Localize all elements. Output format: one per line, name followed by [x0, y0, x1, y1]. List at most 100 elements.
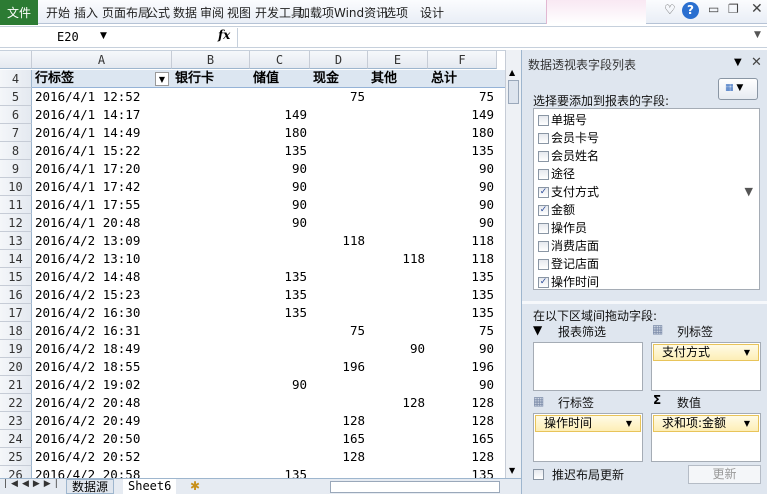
value-cell[interactable]: 165	[310, 430, 368, 448]
value-cell[interactable]	[172, 358, 250, 376]
value-cell[interactable]	[250, 448, 310, 466]
value-cell[interactable]	[368, 448, 428, 466]
row-header[interactable]: 22	[0, 394, 32, 412]
value-cell[interactable]: 90	[250, 196, 310, 214]
value-cell[interactable]: 135	[428, 142, 497, 160]
row-field-pill[interactable]: 操作时间 ▼	[535, 415, 641, 432]
column-header-B[interactable]: B	[172, 51, 250, 69]
tab-review[interactable]: 审阅	[200, 4, 224, 21]
value-cell[interactable]	[172, 88, 250, 106]
row-label-cell[interactable]: 2016/4/2 20:52	[35, 448, 172, 466]
value-cell[interactable]: 90	[368, 340, 428, 358]
minimize-icon[interactable]: ▭	[708, 2, 719, 16]
row-header[interactable]: 11	[0, 196, 32, 214]
value-cell[interactable]	[310, 466, 368, 478]
value-cell[interactable]	[250, 358, 310, 376]
value-cell[interactable]	[368, 178, 428, 196]
fx-icon[interactable]: fx	[218, 28, 230, 42]
row-label-cell[interactable]: 2016/4/2 15:23	[35, 286, 172, 304]
formula-input[interactable]	[237, 28, 750, 47]
row-label-cell[interactable]: 2016/4/1 14:49	[35, 124, 172, 142]
value-cell[interactable]	[172, 412, 250, 430]
values-drop-area[interactable]: 求和项:金额 ▼	[651, 413, 761, 462]
vertical-scrollbar[interactable]: ▲ ▼	[505, 50, 521, 478]
tab-developer[interactable]: 开发工具	[255, 4, 303, 21]
row-header[interactable]: 19	[0, 340, 32, 358]
insert-sheet-icon[interactable]: ✱	[190, 479, 200, 493]
panel-menu-icon[interactable]: ▼	[734, 57, 742, 68]
value-cell[interactable]	[172, 286, 250, 304]
value-cell[interactable]: 128	[428, 394, 497, 412]
value-cell[interactable]	[172, 268, 250, 286]
value-cell[interactable]	[250, 232, 310, 250]
value-cell[interactable]	[368, 322, 428, 340]
value-cell[interactable]	[310, 376, 368, 394]
value-cell[interactable]: 135	[250, 304, 310, 322]
horizontal-scrollbar[interactable]	[330, 481, 500, 493]
sheet-nav-icons[interactable]: |◀◀▶▶|	[4, 479, 62, 489]
row-header[interactable]: 8	[0, 142, 32, 160]
value-cell[interactable]: 135	[428, 286, 497, 304]
value-cell[interactable]	[172, 232, 250, 250]
value-cell[interactable]	[172, 142, 250, 160]
row-header[interactable]: 13	[0, 232, 32, 250]
value-cell[interactable]	[172, 178, 250, 196]
name-box[interactable]: E20	[2, 28, 162, 47]
value-cell[interactable]: 90	[250, 178, 310, 196]
value-cell[interactable]	[250, 430, 310, 448]
value-cell[interactable]	[172, 430, 250, 448]
worksheet-grid[interactable]: ABCDEF 4 行标签 银行卡 储值 现金 其他 总计 ▼ 5 2016/4/1 12:52 75…	[0, 50, 505, 478]
field-item[interactable]: 操作员	[534, 219, 759, 237]
sheet-tab-sheet6[interactable]: Sheet6	[123, 479, 177, 494]
value-cell[interactable]: 75	[428, 322, 497, 340]
value-cell[interactable]: 135	[250, 268, 310, 286]
row-label-cell[interactable]: 2016/4/2 18:49	[35, 340, 172, 358]
values-field-pill[interactable]: 求和项:金额 ▼	[653, 415, 759, 432]
value-cell[interactable]	[172, 376, 250, 394]
row-label-cell[interactable]: 2016/4/2 16:31	[35, 322, 172, 340]
value-cell[interactable]: 75	[310, 88, 368, 106]
value-cell[interactable]: 90	[250, 214, 310, 232]
value-cell[interactable]: 90	[428, 160, 497, 178]
value-cell[interactable]: 118	[428, 250, 497, 268]
column-field-pill[interactable]: 支付方式 ▼	[653, 344, 759, 361]
heart-icon[interactable]: ♡	[664, 3, 676, 18]
field-item[interactable]: ✓ 金额	[534, 201, 759, 219]
file-tab[interactable]: 文件	[0, 0, 38, 25]
select-all-corner[interactable]	[0, 51, 32, 69]
value-cell[interactable]	[172, 124, 250, 142]
splitter[interactable]	[522, 301, 767, 304]
value-cell[interactable]: 90	[428, 340, 497, 358]
pivot-header-cell[interactable]: 现金	[310, 70, 368, 88]
row-label-cell[interactable]: 2016/4/1 17:20	[35, 160, 172, 178]
value-cell[interactable]: 149	[428, 106, 497, 124]
row-label-cell[interactable]: 2016/4/1 17:42	[35, 178, 172, 196]
column-header-A[interactable]: A	[32, 51, 172, 69]
value-cell[interactable]	[310, 304, 368, 322]
value-cell[interactable]: 118	[428, 232, 497, 250]
row-label-cell[interactable]: 2016/4/2 13:09	[35, 232, 172, 250]
column-header-F[interactable]: F	[428, 51, 497, 69]
value-cell[interactable]: 128	[368, 394, 428, 412]
row-header[interactable]: 20	[0, 358, 32, 376]
field-checkbox[interactable]	[538, 115, 549, 126]
dropdown-icon[interactable]: ▼	[744, 345, 750, 360]
value-cell[interactable]	[310, 160, 368, 178]
value-cell[interactable]	[368, 88, 428, 106]
row-header[interactable]: 21	[0, 376, 32, 394]
value-cell[interactable]	[368, 430, 428, 448]
value-cell[interactable]: 135	[250, 286, 310, 304]
value-cell[interactable]	[172, 196, 250, 214]
value-cell[interactable]: 118	[310, 232, 368, 250]
column-drop-area[interactable]: 支付方式 ▼	[651, 342, 761, 391]
column-header-D[interactable]: D	[310, 51, 368, 69]
row-header[interactable]: 26	[0, 466, 32, 478]
value-cell[interactable]	[250, 340, 310, 358]
value-cell[interactable]: 90	[428, 178, 497, 196]
value-cell[interactable]: 90	[250, 160, 310, 178]
value-cell[interactable]: 90	[250, 376, 310, 394]
value-cell[interactable]: 90	[428, 196, 497, 214]
field-item[interactable]: 登记店面	[534, 255, 759, 273]
field-checkbox[interactable]: ✓	[538, 205, 549, 216]
dropdown-icon[interactable]: ▼	[744, 416, 750, 431]
